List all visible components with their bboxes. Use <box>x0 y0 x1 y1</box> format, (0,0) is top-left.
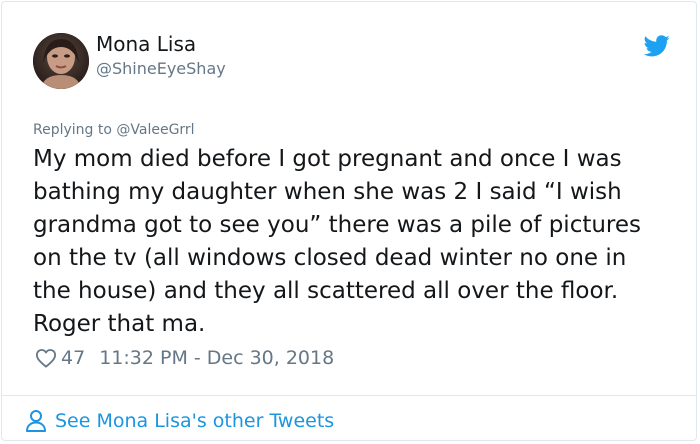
author-handle[interactable]: @ShineEyeShay <box>96 59 226 78</box>
divider <box>2 395 696 396</box>
tweet-meta: 47 11:32 PM - Dec 30, 2018 <box>35 345 334 371</box>
see-other-tweets-link[interactable]: See Mona Lisa's other Tweets <box>25 406 334 436</box>
reply-context[interactable]: Replying to @ValeeGrrl <box>33 122 195 138</box>
timestamp[interactable]: 11:32 PM - Dec 30, 2018 <box>99 347 334 369</box>
like-count[interactable]: 47 <box>61 347 85 369</box>
avatar-image <box>33 33 89 89</box>
tweet-text: My mom died before I got pregnant and on… <box>33 146 642 337</box>
person-icon <box>26 410 46 432</box>
heart-icon[interactable] <box>35 348 57 368</box>
tweet-card: Mona Lisa @ShineEyeShay Replying to @Val… <box>1 1 697 441</box>
avatar[interactable] <box>33 33 89 89</box>
twitter-bird-icon[interactable] <box>644 35 670 57</box>
author-name[interactable]: Mona Lisa <box>96 32 196 56</box>
see-other-tweets-label[interactable]: See Mona Lisa's other Tweets <box>55 410 334 432</box>
